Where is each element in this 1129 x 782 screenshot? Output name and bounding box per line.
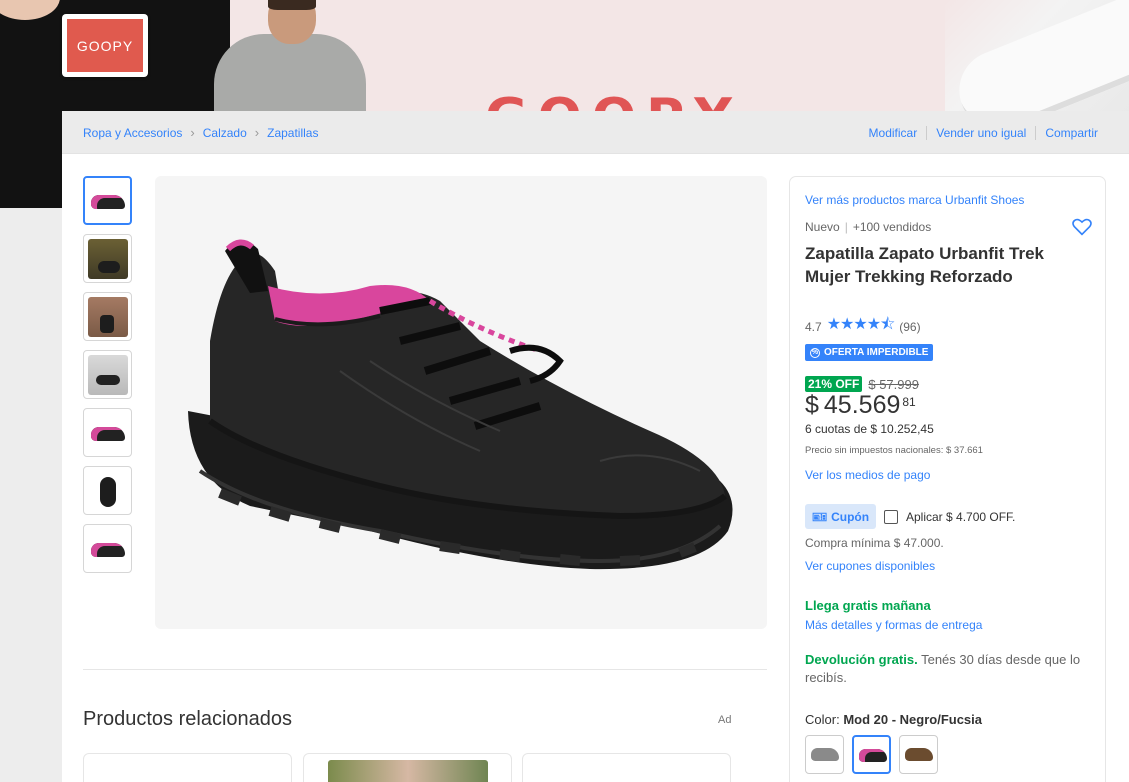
favorite-heart-icon[interactable]	[1072, 218, 1092, 241]
thumbnail-2[interactable]	[83, 234, 132, 283]
related-products-title: Productos relacionados	[83, 708, 293, 730]
selected-color: Mod 20 - Negro/Fucsia	[843, 712, 983, 727]
related-product-image	[328, 760, 488, 782]
price-without-tax: Precio sin impuestos nacionales: $ 37.66…	[805, 445, 983, 456]
ad-label: Ad	[718, 714, 732, 726]
thumbnail-3[interactable]	[83, 292, 132, 341]
share-link[interactable]: Compartir	[1045, 126, 1098, 140]
swatch-gray[interactable]	[805, 735, 844, 774]
payment-methods-link[interactable]: Ver los medios de pago	[805, 468, 930, 482]
shipping-details-link[interactable]: Más detalles y formas de entrega	[805, 618, 982, 632]
section-divider	[83, 669, 767, 670]
see-coupons-link[interactable]: Ver cupones disponibles	[805, 559, 935, 573]
minimum-purchase: Compra mínima $ 47.000.	[805, 536, 944, 550]
thumbnail-1[interactable]	[83, 176, 132, 225]
thumbnail-7[interactable]	[83, 524, 132, 573]
condition-label: Nuevo	[805, 220, 840, 234]
discount-row: 21% OFF $ 57.999	[805, 376, 919, 392]
coupon-tag-label: Cupón	[831, 509, 870, 524]
brand-products-link[interactable]: Ver más productos marca Urbanfit Shoes	[805, 193, 1024, 207]
price-integer: 45.569	[823, 391, 901, 419]
shoe-illustration	[188, 239, 733, 570]
price-currency: $	[805, 391, 819, 419]
coupon-tag: 🎫︎ Cupón	[805, 504, 876, 529]
star-rating-icon: ★★★★⯪	[826, 316, 896, 333]
rating[interactable]: 4.7 ★★★★⯪ (96)	[805, 313, 921, 340]
shipping-arrival: Llega gratis mañana	[805, 598, 931, 613]
thumbnail-6[interactable]	[83, 466, 132, 515]
old-price: $ 57.999	[868, 376, 919, 392]
percent-icon: %	[810, 347, 820, 358]
related-product-card[interactable]	[303, 753, 512, 782]
swatch-black-fuchsia[interactable]	[852, 735, 891, 774]
rating-count: (96)	[899, 319, 921, 334]
rating-value: 4.7	[805, 319, 822, 334]
product-card: Ropa y Accesorios › Calzado › Zapatillas…	[62, 111, 1129, 782]
apply-coupon-checkbox[interactable]	[884, 509, 898, 524]
breadcrumb-calzado[interactable]: Calzado	[203, 126, 247, 140]
current-price: $ 45.569 81	[805, 391, 916, 420]
thumbnail-4[interactable]	[83, 350, 132, 399]
returns-bold: Devolución gratis.	[805, 652, 918, 667]
returns-info: Devolución gratis. Tenés 30 días desde q…	[805, 651, 1095, 687]
top-actions: Modificar Vender uno igual Compartir	[869, 126, 1098, 140]
installments: 6 cuotas de $ 10.252,45	[805, 422, 934, 436]
divider	[926, 126, 928, 140]
color-swatches	[805, 735, 938, 774]
price-cents: 81	[902, 395, 916, 409]
breadcrumb: Ropa y Accesorios › Calzado › Zapatillas	[83, 125, 318, 140]
thumbnail-5[interactable]	[83, 408, 132, 457]
color-selector-label: Color: Mod 20 - Negro/Fucsia	[805, 712, 982, 727]
sold-count: +100 vendidos	[852, 220, 932, 234]
banner-model-image	[210, 0, 370, 112]
chevron-right-icon: ›	[190, 125, 195, 140]
apply-coupon-label[interactable]: Aplicar $ 4.700 OFF.	[906, 510, 1015, 524]
card-top-bar: Ropa y Accesorios › Calzado › Zapatillas…	[62, 111, 1129, 154]
related-product-card[interactable]	[522, 753, 731, 782]
deal-badge-label: OFERTA IMPERDIBLE	[824, 347, 929, 358]
store-logo-text: GOOPY	[67, 19, 143, 72]
sell-same-link[interactable]: Vender uno igual	[936, 126, 1026, 140]
divider	[1035, 126, 1037, 140]
breadcrumb-ropa[interactable]: Ropa y Accesorios	[83, 126, 182, 140]
discount-badge: 21% OFF	[805, 376, 863, 392]
color-label: Color:	[805, 712, 840, 727]
condition-sold: Nuevo | +100 vendidos	[805, 220, 932, 234]
banner-brand-word: GOOPY	[485, 88, 742, 112]
related-product-card[interactable]	[83, 753, 292, 782]
main-product-image[interactable]	[155, 176, 767, 629]
thumbnail-list	[83, 176, 132, 582]
product-title: Zapatilla Zapato Urbanfit Trek Mujer Tre…	[805, 244, 1044, 286]
buy-box: Ver más productos marca Urbanfit Shoes N…	[789, 176, 1106, 782]
banner-shoe-image	[945, 0, 1129, 112]
edit-link[interactable]: Modificar	[869, 126, 918, 140]
store-logo[interactable]: GOOPY	[62, 14, 148, 77]
swatch-brown[interactable]	[899, 735, 938, 774]
deal-badge: % OFERTA IMPERDIBLE	[805, 344, 934, 361]
breadcrumb-zapatillas[interactable]: Zapatillas	[267, 126, 318, 140]
coupon-row: 🎫︎ Cupón Aplicar $ 4.700 OFF.	[805, 504, 1015, 529]
chevron-right-icon: ›	[254, 125, 260, 140]
ticket-icon: 🎫︎	[811, 509, 828, 524]
